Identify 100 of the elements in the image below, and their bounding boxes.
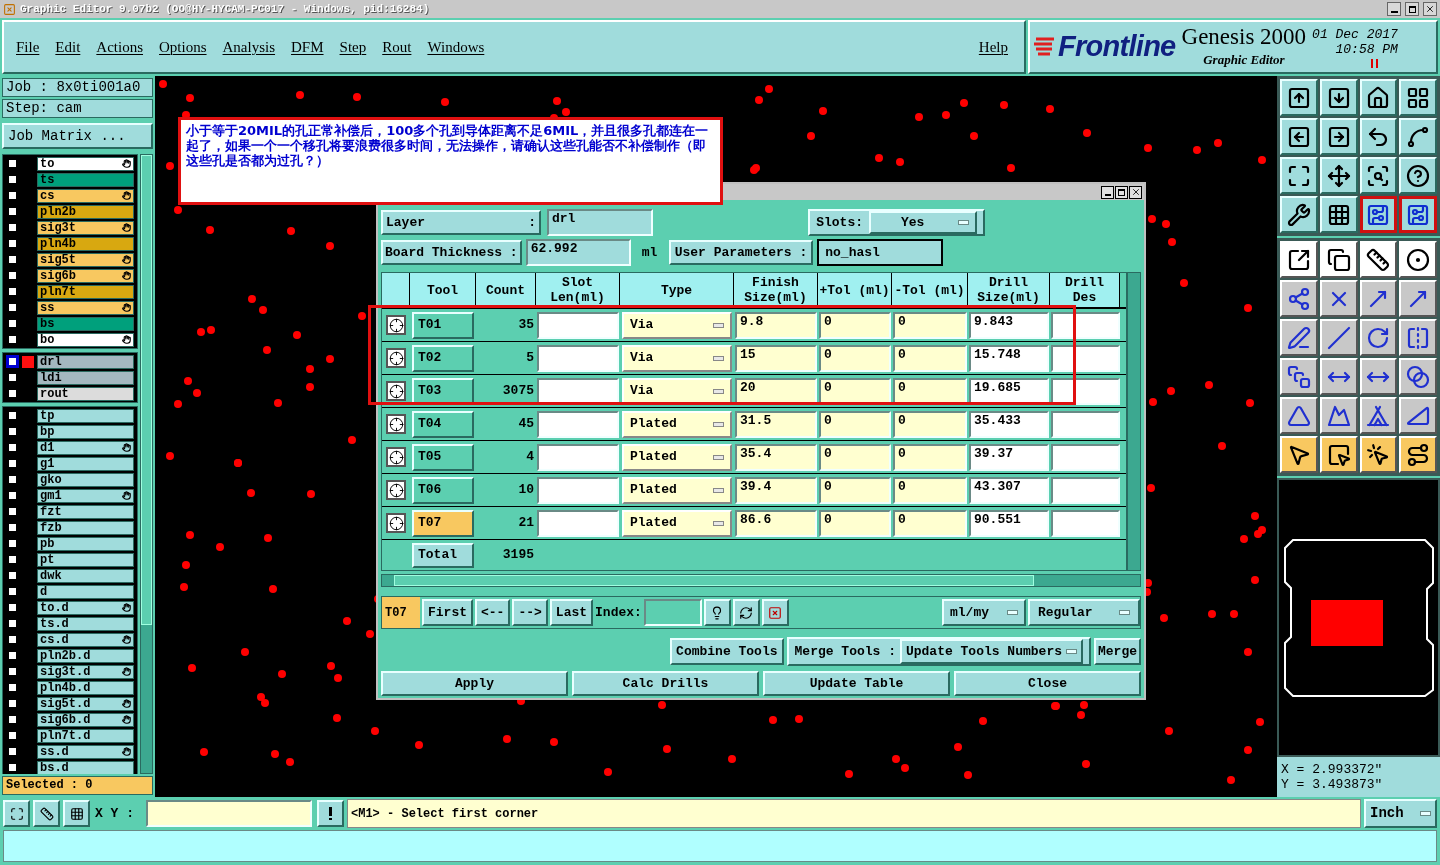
layer-item[interactable]: ss.d <box>37 744 134 759</box>
layer-item[interactable]: pln2b.d <box>37 648 134 663</box>
layer-item[interactable]: bs.d <box>37 760 134 774</box>
layer-checkbox[interactable] <box>6 729 19 742</box>
plus-tolerance-field[interactable]: 0 <box>819 443 891 471</box>
layer-checkbox[interactable] <box>6 221 19 234</box>
nav-button[interactable]: --> <box>512 599 548 626</box>
layer-checkbox[interactable] <box>6 205 19 218</box>
layer-checkbox[interactable] <box>6 745 19 758</box>
update-numbers-dropdown[interactable]: Update Tools Numbers <box>899 639 1083 664</box>
type-dropdown[interactable]: Via <box>622 344 732 372</box>
minimize-button[interactable] <box>1101 185 1114 199</box>
layer-item[interactable]: sig6b <box>37 268 134 283</box>
merge-button[interactable]: Merge <box>1094 638 1141 665</box>
slot-length-field[interactable] <box>537 509 619 537</box>
layer-item[interactable]: bp <box>37 424 134 439</box>
layer-item[interactable]: bo <box>37 332 134 347</box>
layer-checkbox[interactable] <box>6 617 19 630</box>
layer-checkbox[interactable] <box>6 633 19 646</box>
tool-button[interactable]: T03 <box>412 377 474 405</box>
layer-item[interactable]: sig5t <box>37 252 134 267</box>
type-dropdown[interactable]: Plated <box>622 476 732 504</box>
layer-checkbox[interactable] <box>6 441 19 454</box>
scrollbar[interactable] <box>381 574 1141 587</box>
help-menu-item[interactable]: Help <box>978 35 1008 59</box>
slot-length-field[interactable] <box>537 410 619 438</box>
layer-item[interactable]: pln7t <box>37 284 134 299</box>
nav-button[interactable]: <-- <box>475 599 511 626</box>
drill-size-field[interactable]: 43.307 <box>969 476 1049 504</box>
drill-size-field[interactable]: 35.433 <box>969 410 1049 438</box>
drill-des-field[interactable] <box>1051 377 1120 405</box>
minus-tolerance-field[interactable]: 0 <box>893 410 967 438</box>
drill-des-field[interactable] <box>1051 443 1120 471</box>
layer-checkbox[interactable] <box>6 189 19 202</box>
layer-item[interactable]: cs <box>37 188 134 203</box>
finish-size-field[interactable]: 31.5 <box>735 410 817 438</box>
tool-button[interactable]: T07 <box>412 509 474 537</box>
scrollbar[interactable] <box>1127 272 1141 571</box>
type-dropdown[interactable]: Via <box>622 311 732 339</box>
crosshair-icon[interactable] <box>386 480 406 500</box>
finish-size-field[interactable]: 15 <box>735 344 817 372</box>
minus-tolerance-field[interactable]: 0 <box>893 476 967 504</box>
layer-checkbox[interactable] <box>6 355 19 368</box>
finish-size-field[interactable]: 9.8 <box>735 311 817 339</box>
menu-item[interactable]: Windows <box>427 35 485 59</box>
layer-checkbox[interactable] <box>6 317 19 330</box>
drill-des-field[interactable] <box>1051 410 1120 438</box>
measure-button[interactable] <box>33 800 60 827</box>
combine-tools-button[interactable]: Combine Tools <box>670 638 784 665</box>
layer-item[interactable]: ldi <box>37 370 134 385</box>
job-matrix-button[interactable]: Job Matrix ... <box>2 123 153 149</box>
user-parameters-button[interactable]: User Parameters : <box>668 240 814 265</box>
board-thickness-field[interactable]: 62.992 <box>525 239 631 266</box>
layer-item[interactable]: sig5t.d <box>37 696 134 711</box>
plus-tolerance-field[interactable]: 0 <box>819 311 891 339</box>
layer-checkbox[interactable] <box>6 601 19 614</box>
crosshair-icon[interactable] <box>386 513 406 533</box>
toolbar-button[interactable] <box>1359 196 1398 233</box>
layer-checkbox[interactable] <box>6 285 19 298</box>
layer-item[interactable]: ts <box>37 172 134 187</box>
crosshair-icon[interactable] <box>386 315 406 335</box>
layer-checkbox[interactable] <box>6 553 19 566</box>
layer-checkbox[interactable] <box>6 473 19 486</box>
nav-button[interactable]: First <box>422 599 473 626</box>
drill-size-field[interactable]: 9.843 <box>969 311 1049 339</box>
plus-tolerance-field[interactable]: 0 <box>819 476 891 504</box>
minimize-button[interactable] <box>1387 2 1401 16</box>
plus-tolerance-field[interactable]: 0 <box>819 344 891 372</box>
close-button[interactable] <box>1129 185 1142 199</box>
drill-des-field[interactable] <box>1051 509 1120 537</box>
layer-checkbox[interactable] <box>6 425 19 438</box>
layer-checkbox[interactable] <box>6 387 19 400</box>
finish-size-field[interactable]: 35.4 <box>735 443 817 471</box>
menu-item[interactable]: Analysis <box>222 35 276 59</box>
slot-length-field[interactable] <box>537 476 619 504</box>
layer-item[interactable]: dwk <box>37 568 134 583</box>
type-dropdown[interactable]: Via <box>622 377 732 405</box>
mode-dropdown[interactable]: Regular <box>1028 599 1140 626</box>
layer-checkbox[interactable] <box>6 569 19 582</box>
menu-item[interactable]: DFM <box>291 35 324 59</box>
layer-item[interactable]: d <box>37 584 134 599</box>
tool-button[interactable]: T04 <box>412 410 474 438</box>
drill-size-field[interactable]: 90.551 <box>969 509 1049 537</box>
layer-checkbox[interactable] <box>6 665 19 678</box>
layer-item[interactable]: pt <box>37 552 134 567</box>
layer-checkbox[interactable] <box>6 173 19 186</box>
type-dropdown[interactable]: Plated <box>622 410 732 438</box>
xy-field[interactable] <box>146 800 312 827</box>
layer-checkbox[interactable] <box>6 157 19 170</box>
layer-checkbox[interactable] <box>6 237 19 250</box>
action-button[interactable]: Apply <box>381 671 568 696</box>
layer-checkbox[interactable] <box>6 697 19 710</box>
crosshair-icon[interactable] <box>386 414 406 434</box>
drill-size-field[interactable]: 15.748 <box>969 344 1049 372</box>
drill-des-field[interactable] <box>1051 344 1120 372</box>
layer-field[interactable]: drl <box>547 209 653 236</box>
layer-checkbox[interactable] <box>6 521 19 534</box>
tool-button[interactable]: T01 <box>412 311 474 339</box>
grid-button[interactable] <box>63 800 90 827</box>
layer-checkbox[interactable] <box>6 457 19 470</box>
